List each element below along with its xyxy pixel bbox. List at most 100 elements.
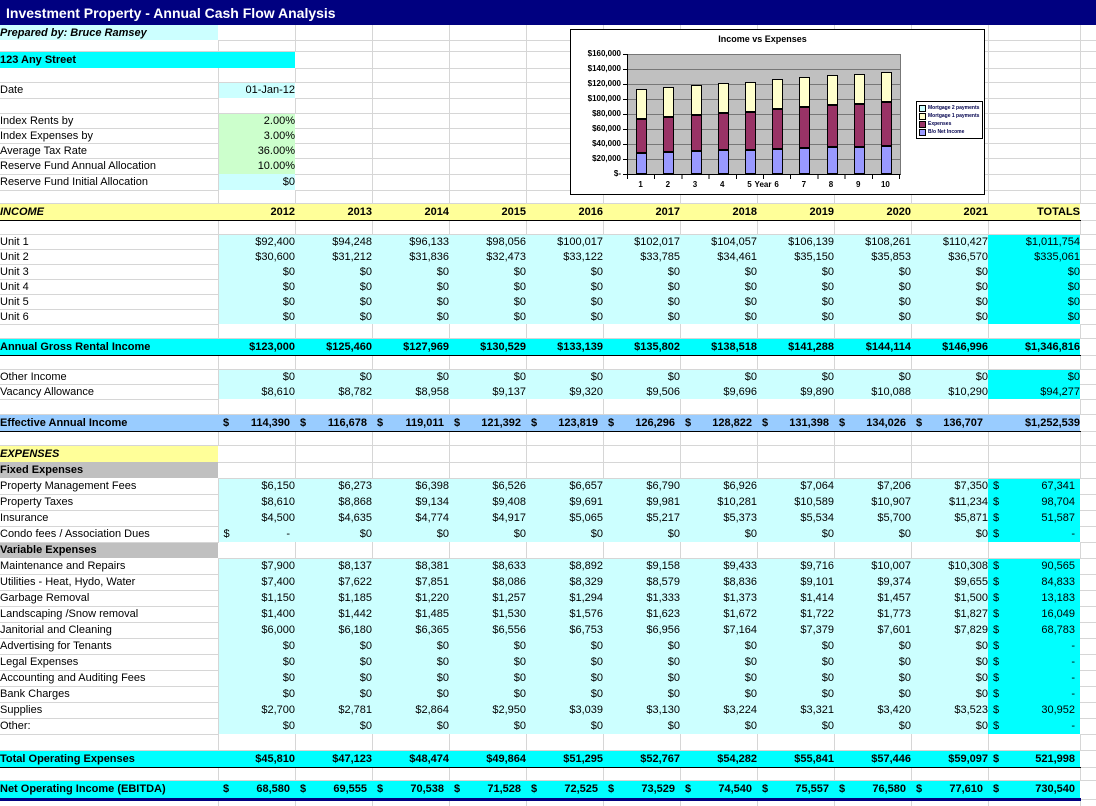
cell-landscaping-snow-removal-2013[interactable]: $1,442 xyxy=(295,606,372,622)
cell-blank[interactable] xyxy=(1080,606,1096,622)
cell-date-value[interactable]: 01-Jan-12 xyxy=(218,82,295,98)
cell-vacancy-allowance-label[interactable]: Vacancy Allowance xyxy=(0,384,218,399)
cell-blank[interactable] xyxy=(295,799,372,806)
year-header-2015[interactable]: 2015 xyxy=(449,203,526,220)
cell-property-taxes-2019[interactable]: $10,589 xyxy=(757,494,834,510)
cell-insurance-2015[interactable]: $4,917 xyxy=(449,510,526,526)
cell-other-2016[interactable]: $0 xyxy=(526,718,603,734)
cell-advertising-for-tenants-label[interactable]: Advertising for Tenants xyxy=(0,638,218,654)
cell-date-label[interactable]: Date xyxy=(0,82,218,98)
cell-total-operating-expenses-2019[interactable]: $55,841 xyxy=(757,750,834,767)
cell-unit-4-2016[interactable]: $0 xyxy=(526,279,603,294)
cell-accounting-and-auditing-fees-total[interactable]: $- xyxy=(988,670,1080,686)
cell-property-management-fees-2013[interactable]: $6,273 xyxy=(295,478,372,494)
cell-maintenance-and-repairs-2014[interactable]: $8,381 xyxy=(372,558,449,574)
cell-unit-5-label[interactable]: Unit 5 xyxy=(0,294,218,309)
cell-supplies-2018[interactable]: $3,224 xyxy=(680,702,757,718)
cell-unit-4-2012[interactable]: $0 xyxy=(218,279,295,294)
cell-janitorial-and-cleaning-label[interactable]: Janitorial and Cleaning xyxy=(0,622,218,638)
cell-blank[interactable] xyxy=(218,767,295,780)
cell-blank[interactable] xyxy=(1080,718,1096,734)
cell-unit-6-2019[interactable]: $0 xyxy=(757,309,834,324)
cell-maintenance-and-repairs-2019[interactable]: $9,716 xyxy=(757,558,834,574)
cell-unit-4-2021[interactable]: $0 xyxy=(911,279,988,294)
cell-blank[interactable] xyxy=(372,51,449,68)
cell-annual-gross-rental-income-2015[interactable]: $130,529 xyxy=(449,338,526,355)
cell-unit-6-2015[interactable]: $0 xyxy=(449,309,526,324)
cell-blank[interactable] xyxy=(988,128,1080,143)
cell-maintenance-and-repairs-2020[interactable]: $10,007 xyxy=(834,558,911,574)
cell-unit-5-total[interactable]: $0 xyxy=(988,294,1080,309)
cell-blank[interactable] xyxy=(1080,220,1096,234)
cell-blank[interactable] xyxy=(372,399,449,414)
cell-effective-annual-income-total[interactable]: $1,252,539 xyxy=(988,414,1080,431)
cell-accounting-and-auditing-fees-2015[interactable]: $0 xyxy=(449,670,526,686)
cell-blank[interactable] xyxy=(372,220,449,234)
cell-blank[interactable] xyxy=(988,98,1080,113)
cell-condo-fees-association-dues-2017[interactable]: $0 xyxy=(603,526,680,542)
cell-garbage-removal-2021[interactable]: $1,500 xyxy=(911,590,988,606)
cell-blank[interactable] xyxy=(757,399,834,414)
cell-blank[interactable] xyxy=(1080,638,1096,654)
cell-legal-expenses-2018[interactable]: $0 xyxy=(680,654,757,670)
cell-blank[interactable] xyxy=(834,324,911,338)
cell-blank[interactable] xyxy=(834,767,911,780)
cell-landscaping-snow-removal-2015[interactable]: $1,530 xyxy=(449,606,526,622)
cell-legal-expenses-2021[interactable]: $0 xyxy=(911,654,988,670)
cell-property-management-fees-2021[interactable]: $7,350 xyxy=(911,478,988,494)
cell-blank[interactable] xyxy=(218,324,295,338)
cell-blank[interactable] xyxy=(372,25,449,40)
cell-blank[interactable] xyxy=(757,462,834,478)
cell-unit-3-2016[interactable]: $0 xyxy=(526,264,603,279)
cell-blank[interactable] xyxy=(1080,767,1096,780)
cell-unit-6-2017[interactable]: $0 xyxy=(603,309,680,324)
income-section-header[interactable]: INCOME xyxy=(0,203,218,220)
cell-effective-annual-income-2012[interactable]: $114,390 xyxy=(218,414,295,431)
cell-bank-charges-2017[interactable]: $0 xyxy=(603,686,680,702)
cell-blank[interactable] xyxy=(911,399,988,414)
cell-net-operating-income-ebitda-2015[interactable]: $71,528 xyxy=(449,780,526,799)
cell-unit-2-2013[interactable]: $31,212 xyxy=(295,249,372,264)
cell-unit-1-2018[interactable]: $104,057 xyxy=(680,234,757,249)
cell-blank[interactable] xyxy=(449,190,526,203)
cell-condo-fees-association-dues-total[interactable]: $- xyxy=(988,526,1080,542)
cell-blank[interactable] xyxy=(0,799,218,806)
cell-vacancy-allowance-2017[interactable]: $9,506 xyxy=(603,384,680,399)
cell-unit-6-2020[interactable]: $0 xyxy=(834,309,911,324)
cell-blank[interactable] xyxy=(526,462,603,478)
cell-blank[interactable] xyxy=(988,431,1080,445)
year-header-2020[interactable]: 2020 xyxy=(834,203,911,220)
cell-unit-1-2017[interactable]: $102,017 xyxy=(603,234,680,249)
cell-blank[interactable] xyxy=(680,445,757,462)
cell-janitorial-and-cleaning-2019[interactable]: $7,379 xyxy=(757,622,834,638)
cell-net-operating-income-ebitda-label[interactable]: Net Operating Income (EBITDA) xyxy=(0,780,218,799)
cell-unit-6-2012[interactable]: $0 xyxy=(218,309,295,324)
cell-bank-charges-label[interactable]: Bank Charges xyxy=(0,686,218,702)
cell-blank[interactable] xyxy=(603,542,680,558)
cell-unit-6-label[interactable]: Unit 6 xyxy=(0,309,218,324)
cell-blank[interactable] xyxy=(449,445,526,462)
cell-blank[interactable] xyxy=(449,767,526,780)
cell-blank[interactable] xyxy=(988,462,1080,478)
cell-blank[interactable] xyxy=(1080,780,1096,799)
cell-property-taxes-2017[interactable]: $9,981 xyxy=(603,494,680,510)
cell-other-income-2018[interactable]: $0 xyxy=(680,369,757,384)
cell-effective-annual-income-2015[interactable]: $121,392 xyxy=(449,414,526,431)
cell-unit-5-2020[interactable]: $0 xyxy=(834,294,911,309)
cell-blank[interactable] xyxy=(449,220,526,234)
cell-blank[interactable] xyxy=(526,734,603,750)
cell-property-management-fees-label[interactable]: Property Management Fees xyxy=(0,478,218,494)
cell-other-label[interactable]: Other: xyxy=(0,718,218,734)
cell-advertising-for-tenants-2015[interactable]: $0 xyxy=(449,638,526,654)
cell-net-operating-income-ebitda-2013[interactable]: $69,555 xyxy=(295,780,372,799)
cell-index-expenses-by-label[interactable]: Index Expenses by xyxy=(0,128,218,143)
year-header-2018[interactable]: 2018 xyxy=(680,203,757,220)
cell-utilities-heat-hydo-water-total[interactable]: $84,833 xyxy=(988,574,1080,590)
cell-blank[interactable] xyxy=(0,399,218,414)
cell-blank[interactable] xyxy=(988,734,1080,750)
cell-blank[interactable] xyxy=(1080,68,1096,82)
cell-insurance-label[interactable]: Insurance xyxy=(0,510,218,526)
cell-unit-3-2020[interactable]: $0 xyxy=(834,264,911,279)
cell-vacancy-allowance-2015[interactable]: $9,137 xyxy=(449,384,526,399)
cell-bank-charges-2018[interactable]: $0 xyxy=(680,686,757,702)
